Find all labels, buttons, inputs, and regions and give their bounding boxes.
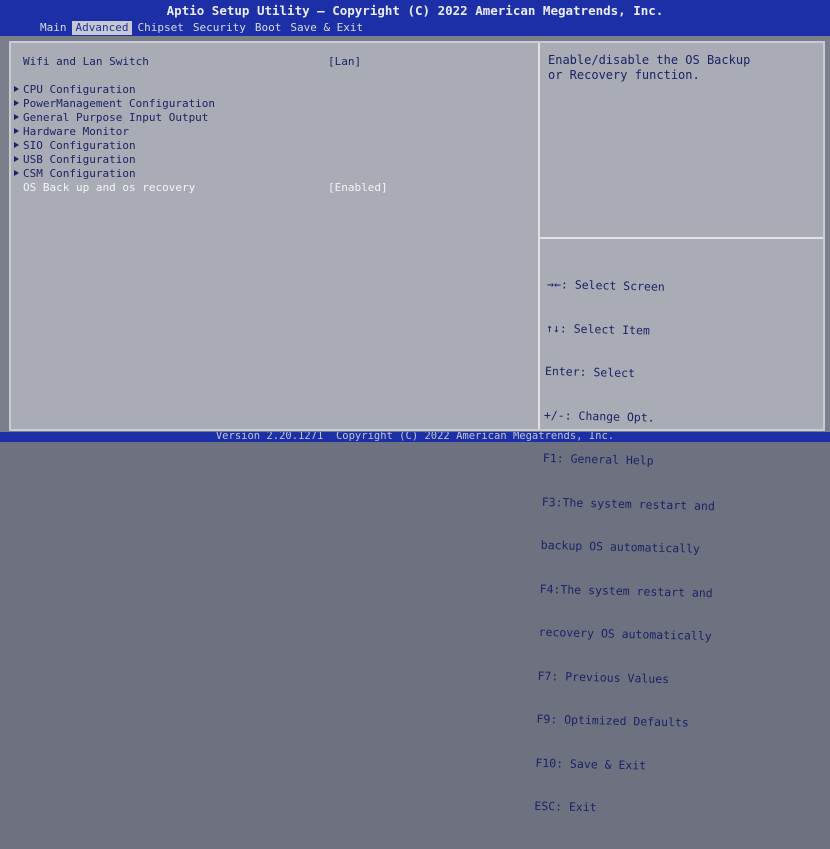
menu-item-gpio[interactable]: General Purpose Input Output [11, 111, 208, 124]
menu-item-hardware-monitor[interactable]: Hardware Monitor [11, 125, 129, 138]
menu-item-sio-configuration[interactable]: SIO Configuration [11, 139, 136, 152]
key-legend-line: F1: General Help [542, 450, 654, 468]
key-legend-line: →←: Select Screen [546, 276, 665, 294]
menu-item-os-backup-recovery[interactable]: OS Back up and os recovery [Enabled] [11, 181, 388, 194]
submenu-arrow-icon [13, 153, 20, 166]
footer-bar: Version 2.20.1271 Copyright (C) 2022 Ame… [0, 432, 830, 442]
key-legend-line: +/-: Change Opt. [543, 407, 655, 425]
item-help-text: Enable/disable the OS Backup or Recovery… [548, 53, 751, 82]
menu-item-cpu-configuration[interactable]: CPU Configuration [11, 83, 136, 96]
menu-item-label: SIO Configuration [23, 139, 136, 152]
submenu-arrow-icon [13, 139, 20, 152]
key-legend: →←: Select Screen ↑↓: Select Item Enter:… [533, 248, 822, 849]
menu-item-label: PowerManagement Configuration [23, 97, 216, 110]
menu-item-usb-configuration[interactable]: USB Configuration [11, 153, 136, 166]
key-legend-line: F9: Optimized Defaults [536, 711, 689, 730]
submenu-arrow-icon [13, 125, 20, 138]
menu-item-label: CPU Configuration [23, 83, 136, 96]
key-legend-line: Enter: Select [544, 363, 636, 381]
menu-item-value[interactable]: [Lan] [328, 55, 361, 68]
main-panel: Wifi and Lan Switch [Lan] CPU Configurat… [9, 41, 825, 814]
menu-item-wifi-lan-switch[interactable]: Wifi and Lan Switch [Lan] [11, 55, 361, 68]
bios-screen: Aptio Setup Utility – Copyright (C) 2022… [0, 0, 830, 814]
title-bar: Aptio Setup Utility – Copyright (C) 2022… [0, 0, 830, 36]
submenu-arrow-icon [13, 167, 20, 180]
key-legend-line: ESC: Exit [534, 798, 597, 815]
help-divider [540, 237, 823, 239]
key-legend-line: backup OS automatically [540, 537, 701, 556]
menu-item-label: Hardware Monitor [23, 125, 129, 138]
menu-item-label: General Purpose Input Output [23, 111, 209, 124]
menu-item-label: OS Back up and os recovery [23, 181, 196, 194]
key-legend-line: F7: Previous Values [537, 668, 670, 686]
tab-boot[interactable]: Boot [251, 21, 286, 35]
tab-save-exit[interactable]: Save & Exit [286, 21, 367, 35]
submenu-arrow-icon [13, 97, 20, 110]
menu-item-label: Wifi and Lan Switch [23, 55, 149, 68]
menu-item-csm-configuration[interactable]: CSM Configuration [11, 167, 136, 180]
key-legend-line: F4:The system restart and [539, 581, 713, 600]
tab-security[interactable]: Security [189, 21, 250, 35]
menu-item-value[interactable]: [Enabled] [328, 181, 388, 194]
submenu-arrow-icon [13, 111, 20, 124]
tab-bar: Main Advanced Chipset Security Boot Save… [36, 21, 368, 35]
key-legend-line: F10: Save & Exit [535, 755, 647, 773]
tab-chipset[interactable]: Chipset [133, 21, 187, 35]
tab-main[interactable]: Main [36, 21, 71, 35]
tab-advanced[interactable]: Advanced [71, 21, 133, 35]
submenu-arrow-icon [13, 83, 20, 96]
key-legend-line: ↑↓: Select Item [545, 320, 651, 338]
version-text: Version 2.20.1271 Copyright (C) 2022 Ame… [215, 432, 615, 442]
panel-divider [538, 43, 540, 429]
settings-list: Wifi and Lan Switch [Lan] CPU Configurat… [11, 43, 538, 429]
menu-item-power-management[interactable]: PowerManagement Configuration [11, 97, 215, 110]
key-legend-line: recovery OS automatically [538, 624, 712, 644]
key-legend-line: F3:The system restart and [541, 494, 716, 513]
menu-item-label: USB Configuration [23, 153, 136, 166]
menu-item-label: CSM Configuration [23, 167, 136, 180]
app-title: Aptio Setup Utility – Copyright (C) 2022… [166, 3, 664, 18]
